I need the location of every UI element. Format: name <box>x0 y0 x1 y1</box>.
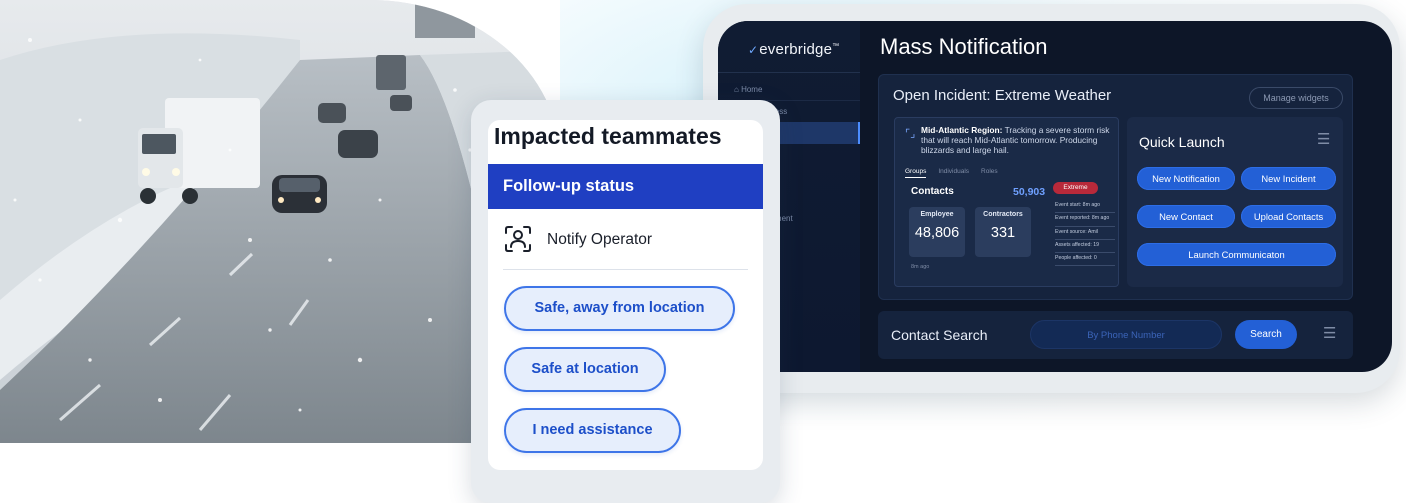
upload-contacts-button[interactable]: Upload Contacts <box>1241 205 1336 228</box>
need-assistance-button[interactable]: I need assistance <box>504 408 681 453</box>
quick-launch-title: Quick Launch <box>1139 134 1225 150</box>
notify-operator-label: Notify Operator <box>547 231 653 248</box>
divider <box>503 269 748 270</box>
everbridge-logo: ✓everbridge™ <box>748 41 840 58</box>
hamburger-menu-icon[interactable]: ☰ <box>1323 324 1336 342</box>
event-detail: People affected: 0 <box>1055 253 1115 267</box>
event-detail: Assets affected: 19 <box>1055 240 1115 254</box>
home-icon: ⌂ <box>734 85 742 94</box>
new-notification-button[interactable]: New Notification <box>1137 167 1235 190</box>
incident-card: ⌜⌟ Mid-Atlantic Region: Tracking a sever… <box>894 117 1119 287</box>
impacted-teammates-title: Impacted teammates <box>494 123 722 149</box>
search-button[interactable]: Search <box>1235 320 1297 349</box>
launch-communicator-button[interactable]: Launch Communicaton <box>1137 243 1336 266</box>
contacts-label: Contacts <box>911 186 954 197</box>
event-detail: Event source: Amil <box>1055 227 1115 240</box>
updated-ago: 8m ago <box>911 264 930 270</box>
event-detail: Event reported: 8m ago <box>1055 213 1115 227</box>
safe-away-button[interactable]: Safe, away from location <box>504 286 735 331</box>
quick-launch-card: Quick Launch ☰ New Notification New Inci… <box>1127 117 1343 287</box>
event-details: Event start: 8m ago Event reported: 8m a… <box>1055 200 1115 267</box>
phone-card: Impacted teammates Follow-up status Noti… <box>471 100 780 503</box>
contractors-stat[interactable]: Contractors 331 <box>975 207 1031 257</box>
tab-groups[interactable]: Groups <box>905 168 927 178</box>
new-incident-button[interactable]: New Incident <box>1241 167 1336 190</box>
phone-screen: Impacted teammates Follow-up status Noti… <box>488 120 763 470</box>
contact-search-title: Contact Search <box>891 327 988 343</box>
safe-at-location-button[interactable]: Safe at location <box>504 347 666 392</box>
incident-description: Mid-Atlantic Region: Tracking a severe s… <box>921 125 1110 155</box>
open-incident-title: Open Incident: Extreme Weather <box>893 87 1112 104</box>
sidebar-item-home[interactable]: ⌂ Home <box>718 79 860 101</box>
manage-widgets-button[interactable]: Manage widgets <box>1249 87 1343 109</box>
tab-roles[interactable]: Roles <box>981 168 998 175</box>
contacts-value: 50,903 <box>1013 186 1046 198</box>
followup-status-bar: Follow-up status <box>488 164 763 209</box>
message-icon: ⌜⌟ <box>905 128 916 140</box>
phone-search-input[interactable]: By Phone Number <box>1030 320 1222 349</box>
sidebar-divider <box>718 72 860 73</box>
contact-tabs: Groups Individuals Roles <box>905 168 1010 178</box>
event-detail: Event start: 8m ago <box>1055 200 1115 214</box>
contact-search-bar: Contact Search By Phone Number Search ☰ <box>878 311 1353 359</box>
logo-check-icon: ✓ <box>748 43 759 57</box>
open-incident-panel: Open Incident: Extreme Weather Manage wi… <box>878 74 1353 300</box>
tablet-screen: ✓everbridge™ ⌂ Home ical Awareness unica… <box>718 21 1392 372</box>
hamburger-menu-icon[interactable]: ☰ <box>1317 130 1330 148</box>
employee-stat[interactable]: Employee 48,806 <box>909 207 965 257</box>
car-shape <box>272 175 327 213</box>
new-contact-button[interactable]: New Contact <box>1137 205 1235 228</box>
page-title: Mass Notification <box>880 34 1048 59</box>
operator-person-icon <box>505 226 531 252</box>
tab-individuals[interactable]: Individuals <box>938 168 969 175</box>
severity-badge: Extreme <box>1053 182 1098 194</box>
